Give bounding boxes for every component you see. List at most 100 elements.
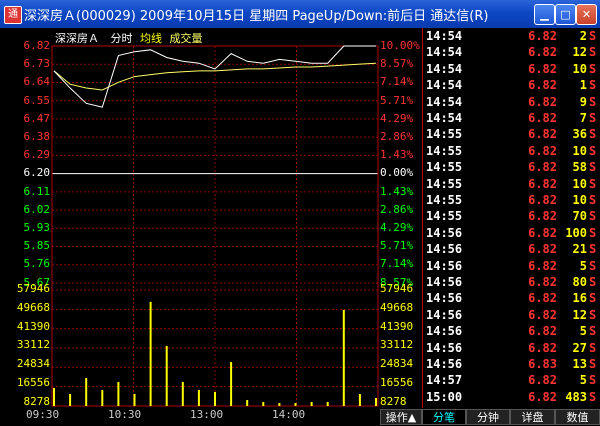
tick-row: 14:55 6.82 10 S xyxy=(423,177,600,195)
tick-side: S xyxy=(589,61,597,76)
tick-row: 14:55 6.82 10 S xyxy=(423,144,600,162)
volume-tick-label-right: 8278 xyxy=(380,394,407,408)
tick-side: S xyxy=(589,258,597,273)
tick-row: 14:56 6.82 100 S xyxy=(423,226,600,244)
tick-volume: 100 xyxy=(565,225,587,240)
time-label: 13:00 xyxy=(190,408,224,421)
volume-tick-label: 16556 xyxy=(16,376,50,389)
tick-time: 14:54 xyxy=(426,111,463,125)
tick-time: 14:56 xyxy=(426,258,463,273)
tick-time: 14:56 xyxy=(426,275,463,289)
tick-side: S xyxy=(589,242,597,257)
percent-tick-label: 10.00% xyxy=(380,39,420,52)
tick-price: 6.82 xyxy=(528,307,557,322)
tick-volume: 21 xyxy=(572,242,587,257)
price-tick-label: 6.02 xyxy=(23,202,51,216)
price-tick-label: 6.64 xyxy=(23,75,51,89)
tick-price: 6.82 xyxy=(528,61,557,76)
price-tick-label: 6.73 xyxy=(23,57,51,71)
minimize-button[interactable]: ▁ xyxy=(534,4,555,25)
price-tick-label: 6.82 xyxy=(23,39,51,52)
volume-tick-label-right: 16556 xyxy=(380,376,414,389)
intraday-chart[interactable] xyxy=(0,28,420,408)
tick-volume: 10 xyxy=(572,193,587,207)
volume-tick-label: 49668 xyxy=(16,300,50,314)
tick-price: 6.82 xyxy=(528,340,557,355)
tick-side: S xyxy=(589,127,597,142)
tick-time: 14:56 xyxy=(426,357,463,371)
tick-time: 14:56 xyxy=(426,291,463,306)
volume-tick-label: 57946 xyxy=(16,282,50,295)
tick-volume: 9 xyxy=(579,94,587,109)
tick-volume: 12 xyxy=(572,45,587,60)
tab-minutes[interactable]: 分钟 xyxy=(466,409,510,425)
volume-tick-label: 41390 xyxy=(16,319,50,333)
tick-side: S xyxy=(589,373,597,388)
volume-tick-label-right: 49668 xyxy=(380,300,414,314)
tick-row: 14:54 6.82 1 S xyxy=(423,78,600,96)
tick-side: S xyxy=(589,78,597,93)
tab-minute[interactable]: 分时 xyxy=(111,32,133,45)
percent-tick-label: 5.71% xyxy=(380,239,414,253)
tick-row: 14:55 6.82 58 S xyxy=(423,160,600,178)
tab-operate[interactable]: 操作▲ xyxy=(380,409,422,425)
tick-price: 6.82 xyxy=(528,78,557,93)
tick-time: 14:54 xyxy=(426,45,463,60)
tick-volume: 80 xyxy=(572,275,587,289)
tick-row: 14:57 6.82 5 S xyxy=(423,373,600,391)
tick-volume: 13 xyxy=(572,357,587,371)
close-button[interactable]: ✕ xyxy=(576,4,597,25)
percent-tick-label: 8.57% xyxy=(380,57,414,71)
volume-tick-label: 8278 xyxy=(23,394,51,408)
tick-list[interactable]: 14:54 6.82 2 S 14:54 6.82 12 S 14:54 6.82 10 S 14:54… xyxy=(422,28,600,408)
percent-tick-label: 4.29% xyxy=(380,221,414,234)
volume-tick-label-right: 24834 xyxy=(380,357,414,371)
maximize-button[interactable]: □ xyxy=(555,4,576,25)
tick-time: 14:55 xyxy=(426,143,463,158)
tick-price: 6.82 xyxy=(528,111,557,125)
tick-side: S xyxy=(589,209,597,224)
tab-values[interactable]: 数值 xyxy=(555,409,600,425)
tick-side: S xyxy=(589,143,597,158)
volume-tick-label-right: 33112 xyxy=(380,338,414,352)
tick-price: 6.82 xyxy=(528,193,557,207)
time-label: 09:30 xyxy=(26,408,60,421)
tab-detail[interactable]: 详盘 xyxy=(510,409,555,425)
tick-row: 15:00 6.82 483 S xyxy=(423,390,600,408)
tick-side: S xyxy=(589,357,597,371)
window-title: 深深房Ａ(000029) 2009年10月15日 星期四 PageUp/Down… xyxy=(24,9,489,24)
price-tick-label: 6.55 xyxy=(23,93,51,107)
tick-price: 6.82 xyxy=(528,176,557,191)
tick-volume: 5 xyxy=(579,373,587,388)
tick-volume: 10 xyxy=(572,143,587,158)
tab-volume[interactable]: 成交量 xyxy=(170,32,203,45)
tick-price: 6.83 xyxy=(528,357,557,371)
tick-volume: 70 xyxy=(572,209,587,224)
percent-tick-label: 7.14% xyxy=(380,257,414,271)
tick-time: 14:54 xyxy=(426,29,463,43)
tick-row: 14:56 6.83 13 S xyxy=(423,357,600,375)
tick-row: 14:55 6.82 10 S xyxy=(423,193,600,211)
tick-side: S xyxy=(589,94,597,109)
tick-time: 14:55 xyxy=(426,193,463,207)
tab-ticks[interactable]: 分笔 xyxy=(422,409,466,425)
tick-volume: 7 xyxy=(579,111,587,125)
tick-volume: 483 xyxy=(565,389,587,404)
tick-price: 6.82 xyxy=(528,275,557,289)
tick-row: 14:55 6.82 70 S xyxy=(423,209,600,227)
tick-price: 6.82 xyxy=(528,127,557,142)
tick-row: 14:54 6.82 9 S xyxy=(423,95,600,113)
tick-price: 6.82 xyxy=(528,291,557,306)
tick-volume: 2 xyxy=(579,29,587,43)
tick-volume: 1 xyxy=(579,78,587,93)
volume-tick-label-right: 41390 xyxy=(380,319,414,333)
percent-tick-label: 2.86% xyxy=(380,202,414,216)
tick-volume: 36 xyxy=(572,127,587,142)
tick-side: S xyxy=(589,275,597,289)
tick-time: 14:56 xyxy=(426,324,463,339)
tick-price: 6.82 xyxy=(528,94,557,109)
tab-average[interactable]: 均线 xyxy=(140,32,162,45)
price-tick-label: 5.76 xyxy=(23,257,51,271)
tick-side: S xyxy=(589,176,597,191)
tick-row: 14:54 6.82 2 S xyxy=(423,29,600,47)
